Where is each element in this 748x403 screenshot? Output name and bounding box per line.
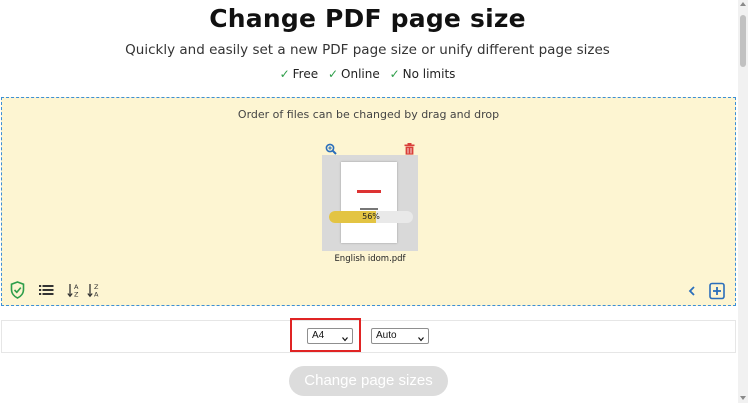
scroll-down-icon[interactable]	[740, 396, 746, 400]
check-icon: ✓	[279, 67, 290, 81]
list-view-icon[interactable]	[39, 281, 54, 299]
feature-item-no-limits: ✓ No limits	[390, 67, 456, 81]
orientation-value: Auto	[376, 330, 397, 341]
dropzone-hint: Order of files can be changed by drag an…	[237, 108, 500, 121]
page-title: Change PDF page size	[209, 4, 526, 33]
chevron-down-icon	[418, 333, 424, 342]
chevron-left-icon[interactable]	[687, 282, 697, 300]
file-name: English idom.pdf	[334, 254, 406, 264]
feature-label: No limits	[402, 67, 456, 81]
zoom-in-icon[interactable]	[325, 140, 337, 155]
feature-item-free: ✓ Free	[280, 67, 319, 81]
page-size-value: A4	[312, 330, 325, 341]
sort-az-icon[interactable]: AZ	[67, 281, 81, 299]
page-scrollbar[interactable]	[738, 0, 748, 403]
trash-icon[interactable]	[404, 140, 415, 155]
feature-label: Online	[341, 67, 380, 81]
chevron-down-icon	[342, 333, 348, 342]
feature-item-online: ✓ Online	[328, 67, 380, 81]
scroll-up-icon[interactable]	[740, 2, 746, 6]
feature-list: ✓ Free ✓ Online ✓ No limits	[0, 67, 735, 81]
sort-za-icon[interactable]: ZA	[87, 281, 101, 299]
upload-progress-bar: 56%	[329, 211, 413, 223]
feature-label: Free	[292, 67, 319, 81]
check-icon: ✓	[389, 67, 400, 81]
change-page-sizes-button[interactable]: Change page sizes	[289, 366, 448, 396]
progress-percent: 56%	[362, 212, 380, 221]
page-subtitle: Quickly and easily set a new PDF page si…	[125, 42, 610, 58]
shield-check-icon[interactable]	[10, 281, 25, 299]
file-dropzone[interactable]: Order of files can be changed by drag an…	[1, 97, 736, 306]
pdf-page-preview	[341, 162, 397, 243]
settings-bar	[1, 320, 736, 353]
svg-text:Z: Z	[74, 291, 79, 299]
file-thumbnail[interactable]: 56%	[322, 155, 418, 251]
add-file-icon[interactable]	[709, 282, 725, 300]
scrollbar-thumb[interactable]	[740, 15, 746, 67]
dropzone-toolbar-right	[687, 282, 727, 300]
svg-text:A: A	[94, 291, 99, 299]
page-size-select[interactable]: A4	[307, 328, 353, 344]
check-icon: ✓	[327, 67, 339, 81]
orientation-select[interactable]: Auto	[371, 328, 429, 344]
